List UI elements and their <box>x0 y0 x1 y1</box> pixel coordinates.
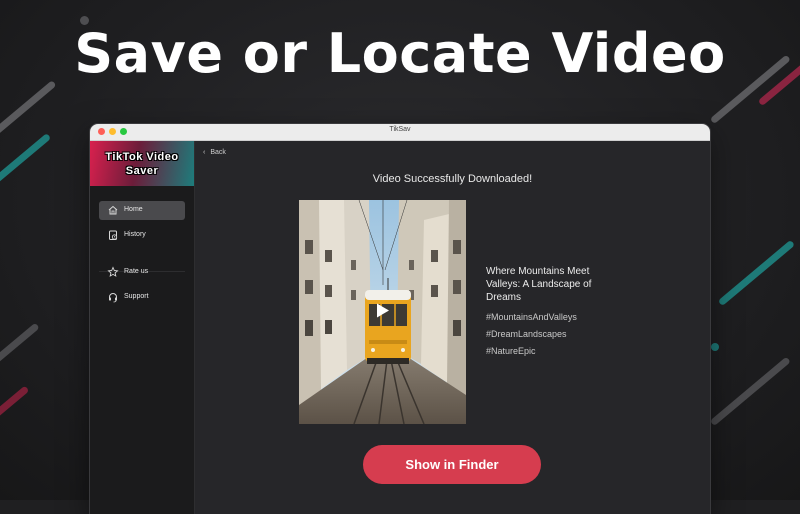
promo-headline: Save or Locate Video <box>74 22 726 85</box>
sidebar-item-support[interactable]: Support <box>99 288 185 307</box>
sidebar-item-rate-us[interactable]: Rate us <box>99 263 185 282</box>
video-thumbnail[interactable] <box>299 200 466 424</box>
decorative-streak <box>709 356 791 427</box>
sidebar-item-history[interactable]: History <box>99 226 185 245</box>
decorative-streak <box>0 385 30 427</box>
brand-line-2: Saver <box>125 165 159 177</box>
decorative-streak <box>0 322 40 377</box>
decorative-streak <box>0 80 57 157</box>
sidebar: TikTok Video Saver Home History Rate us … <box>90 141 195 514</box>
decorative-streak <box>717 239 796 307</box>
home-icon <box>108 205 118 215</box>
headset-icon <box>109 293 117 303</box>
star-icon <box>107 266 119 277</box>
brand-line-1: TikTok Video <box>105 151 179 163</box>
back-label: Back <box>210 149 226 156</box>
download-status-message: Video Successfully Downloaded! <box>372 173 533 185</box>
hashtag: #NatureEpic <box>486 346 536 356</box>
play-icon[interactable] <box>374 302 391 319</box>
hashtag: #DreamLandscapes <box>486 329 567 339</box>
show-in-finder-button[interactable]: Show in Finder <box>363 445 541 484</box>
window-titlebar: TikSav <box>90 124 710 141</box>
app-window: TikSav TikTok Video Saver Home History R… <box>90 124 710 514</box>
video-title: Where Mountains Meet Valleys: A Landscap… <box>486 266 592 303</box>
back-button[interactable]: ‹ Back <box>203 149 226 161</box>
hashtag: #MountainsAndValleys <box>486 312 577 322</box>
sidebar-item-label: Support <box>124 293 149 300</box>
chevron-left-icon: ‹ <box>203 149 206 156</box>
history-icon <box>109 230 118 240</box>
sidebar-item-label: History <box>124 231 146 238</box>
decorative-dot <box>711 343 719 351</box>
sidebar-item-label: Home <box>124 206 143 213</box>
main-content: ‹ Back Video Successfully Downloaded! Wh… <box>195 141 710 514</box>
window-title: TikSav <box>389 126 411 133</box>
decorative-streak <box>0 132 52 197</box>
brand-logo-text: TikTok Video Saver <box>90 150 194 178</box>
brand-banner: TikTok Video Saver <box>90 141 194 186</box>
video-info: Where Mountains Meet Valleys: A Landscap… <box>486 265 626 363</box>
sidebar-item-home[interactable]: Home <box>99 201 185 220</box>
sidebar-item-label: Rate us <box>124 268 149 275</box>
